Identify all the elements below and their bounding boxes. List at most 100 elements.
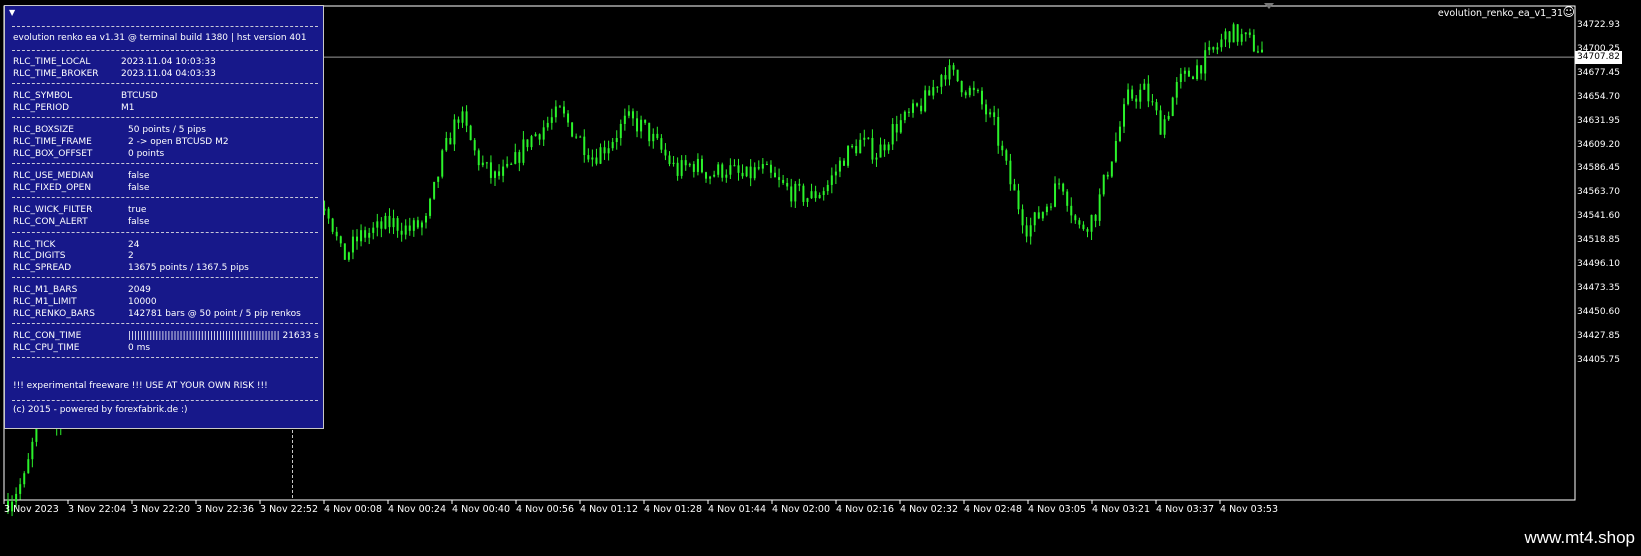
panel-value: ||||||||||||||||||||||||||||||||||||||||… — [128, 331, 319, 342]
panel-row: RLC_WICK_FILTER true — [13, 204, 313, 216]
price-tick-label: 34631.95 — [1577, 115, 1620, 126]
candle-body — [879, 144, 882, 158]
candle-body — [936, 86, 939, 88]
time-tick-label: 4 Nov 02:48 — [964, 504, 1023, 515]
candle-body — [907, 111, 910, 113]
candle-body — [729, 165, 732, 175]
time-tick-label: 4 Nov 02:32 — [900, 504, 959, 515]
candle-body — [1074, 215, 1077, 221]
candle-body — [1037, 212, 1040, 219]
panel-key: RLC_DIGITS — [13, 251, 66, 262]
candle-body — [368, 232, 371, 238]
candle-body — [1110, 161, 1113, 177]
candle-body — [607, 148, 610, 154]
candle-body — [335, 231, 338, 237]
candle-body — [668, 155, 671, 165]
candle-body — [640, 119, 643, 132]
time-tick-label: 4 Nov 03:05 — [1028, 504, 1087, 515]
candle-body — [916, 103, 919, 106]
candle-body — [928, 90, 931, 96]
chart-window[interactable]: 34722.93 34700.25 34677.45 34654.70 34631.95… — [0, 0, 1641, 520]
candle-body — [790, 186, 793, 202]
ea-info-panel: ▼ evolution renko ea v1.31 @ terminal bu… — [4, 5, 324, 429]
panel-row: RLC_RENKO_BARS 142781 bars @ 50 point / 5… — [13, 308, 313, 320]
candle-body — [360, 230, 363, 242]
candle-body — [1001, 145, 1004, 151]
time-tick-label: 4 Nov 00:24 — [388, 504, 447, 515]
candle-body — [997, 116, 1000, 146]
candle-body — [469, 125, 472, 141]
candle-body — [1183, 70, 1186, 74]
candle-body — [603, 147, 606, 154]
candle-body — [940, 75, 943, 87]
panel-separator — [12, 357, 318, 359]
candle-body — [1139, 89, 1142, 102]
candle-body — [972, 87, 975, 91]
candle-body — [1127, 89, 1130, 105]
panel-key: RLC_FIXED_OPEN — [13, 182, 92, 193]
panel-value: 2 -> open BTCUSD M2 — [128, 137, 229, 147]
candle-body — [1151, 101, 1154, 103]
price-tick-label: 34450.60 — [1577, 306, 1620, 317]
candle-body — [757, 167, 760, 169]
candle-body — [441, 150, 444, 177]
candle-body — [1248, 32, 1251, 35]
panel-row: RLC_SPREAD 13675 points / 1367.5 pips — [13, 262, 313, 274]
time-tick-label: 4 Nov 03:37 — [1156, 504, 1215, 515]
panel-key: RLC_M1_BARS — [13, 285, 78, 296]
panel-separator — [12, 117, 318, 119]
candle-body — [623, 115, 626, 124]
panel-key: RLC_PERIOD — [13, 102, 70, 113]
candle-body — [1143, 83, 1146, 90]
panel-key: RLC_TICK — [13, 239, 56, 250]
price-tick-label: 34427.85 — [1577, 330, 1620, 341]
panel-value: 0 points — [128, 148, 165, 159]
candle-body — [1082, 224, 1085, 230]
candle-body — [538, 134, 541, 140]
candle-body — [453, 119, 456, 145]
smiley-icon[interactable]: ☺ — [1562, 5, 1575, 19]
candle-body — [798, 183, 801, 186]
candle-body — [1090, 214, 1093, 232]
price-tick-label: 34518.85 — [1577, 235, 1620, 246]
candle-body — [733, 165, 736, 167]
candle-body — [1009, 160, 1012, 185]
candle-body — [1017, 190, 1020, 210]
triangle-down-icon[interactable]: ▼ — [9, 8, 15, 17]
candle-body — [457, 119, 460, 123]
panel-separator — [12, 83, 318, 85]
candle-body — [774, 172, 777, 178]
candle-body — [420, 222, 423, 228]
candle-body — [481, 162, 484, 166]
price-tick-label: 34563.70 — [1577, 187, 1620, 198]
candle-body — [1204, 50, 1207, 74]
price-tick-label: 34541.60 — [1577, 211, 1620, 222]
candle-body — [1236, 24, 1239, 42]
panel-row: RLC_FIXED_OPEN false — [13, 182, 313, 194]
time-tick-label: 3 Nov 22:20 — [132, 504, 191, 515]
panel-value: 24 — [128, 239, 140, 250]
panel-key: RLC_USE_MEDIAN — [13, 171, 94, 182]
candle-body — [15, 493, 18, 502]
candle-body — [599, 147, 602, 164]
panel-value: 13675 points / 1367.5 pips — [128, 262, 249, 273]
candle-body — [636, 118, 639, 132]
candle-body — [838, 160, 841, 172]
candle-body — [692, 164, 695, 172]
candle-body — [1147, 83, 1150, 102]
candle-body — [579, 136, 582, 138]
candle-body — [794, 183, 797, 202]
candle-body — [745, 166, 748, 177]
candle-body — [843, 160, 845, 166]
candle-body — [1200, 65, 1203, 74]
candle-body — [1171, 97, 1174, 116]
candle-body — [611, 142, 614, 149]
candle-body — [749, 166, 752, 179]
candle-body — [631, 111, 634, 119]
candle-body — [871, 137, 874, 160]
panel-separator — [12, 400, 318, 401]
panel-key: RLC_CPU_TIME — [13, 342, 80, 353]
candle-body — [1114, 141, 1117, 162]
candle-body — [331, 218, 334, 232]
panel-row: RLC_TICK 24 — [13, 239, 313, 251]
